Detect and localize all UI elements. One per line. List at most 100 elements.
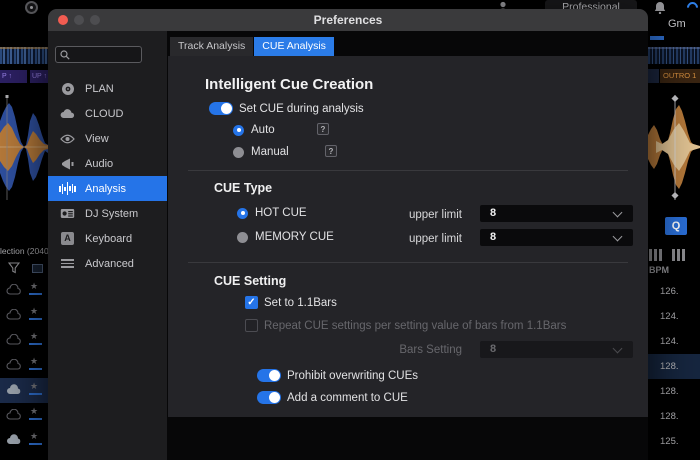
collection-label: lection (2040 (0, 246, 48, 256)
set-cue-toggle[interactable] (209, 102, 233, 115)
sidebar-item-label: Audio (85, 158, 113, 170)
set-bars-checkbox[interactable]: ✓ (245, 296, 258, 309)
key-color-bar (650, 36, 664, 40)
bpm-value: 126. (648, 279, 700, 304)
bpm-value: 128. (648, 404, 700, 429)
manual-radio-row: Manual (233, 146, 289, 158)
sidebar-item-dj-system[interactable]: DJ System (48, 201, 167, 226)
rating-star-icon[interactable]: ★ (30, 406, 38, 416)
sidebar-item-audio[interactable]: Audio (48, 151, 167, 176)
bpm-value: 125. (648, 429, 700, 454)
quantize-button[interactable]: Q (665, 217, 687, 235)
bars-setting-select: 8 (480, 341, 633, 358)
add-comment-toggle[interactable] (257, 391, 281, 404)
rating-star-icon[interactable]: ★ (30, 306, 38, 316)
track-row[interactable]: ★ (0, 278, 48, 303)
prohibit-toggle-label: Prohibit overwriting CUEs (287, 370, 418, 382)
tab-track-analysis[interactable]: Track Analysis (170, 37, 253, 56)
deck-waveform-left (0, 95, 48, 200)
sidebar-item-label: Advanced (85, 258, 134, 270)
track-row[interactable]: ★ (0, 353, 48, 378)
column-header-icon[interactable] (32, 264, 43, 273)
sidebar-item-keyboard[interactable]: A Keyboard (48, 226, 167, 251)
sidebar-item-label: Analysis (85, 183, 126, 195)
sidebar-item-analysis[interactable]: Analysis (48, 176, 167, 201)
hot-cue-radio-row: HOT CUE (237, 207, 307, 219)
cloud-sync-icon[interactable] (685, 0, 700, 15)
track-row[interactable]: ★ (0, 303, 48, 328)
track-list-fragment: ★ ★ ★ ★ ★ ★ ★ (0, 278, 48, 453)
rating-bar (29, 343, 42, 345)
dialog-titlebar[interactable]: Preferences (48, 9, 648, 31)
cue-analysis-panel: Intelligent Cue Creation Set CUE during … (168, 56, 648, 417)
grid-view-icon[interactable] (649, 249, 662, 261)
bpm-value: 128. (648, 379, 700, 404)
cloud-off-icon (6, 359, 22, 371)
hamburger-lines-icon (60, 256, 75, 271)
rating-star-icon[interactable]: ★ (30, 381, 38, 391)
bpm-value: 124. (648, 304, 700, 329)
dialog-title: Preferences (48, 9, 648, 31)
comment-toggle-label: Add a comment to CUE (287, 392, 408, 404)
memory-cue-radio[interactable] (237, 232, 248, 243)
preferences-main-area: Track Analysis CUE Analysis Intelligent … (167, 31, 648, 460)
auto-radio[interactable] (233, 125, 244, 136)
repeat-cue-checkbox-label: Repeat CUE settings per setting value of… (264, 320, 566, 332)
track-row-selected[interactable]: ★ (0, 378, 48, 403)
eye-icon (60, 131, 75, 146)
repeat-cue-checkbox[interactable] (245, 319, 258, 332)
sidebar-item-cloud[interactable]: CLOUD (48, 101, 167, 126)
hot-cue-label: HOT CUE (255, 207, 307, 219)
set-cue-toggle-row: Set CUE during analysis (209, 102, 364, 115)
list-view-icon[interactable] (672, 249, 685, 261)
track-row[interactable]: ★ (0, 328, 48, 353)
cloud-off-icon (6, 284, 22, 296)
analysis-tabs: Track Analysis CUE Analysis (170, 37, 334, 56)
set-cue-toggle-label: Set CUE during analysis (239, 103, 364, 115)
sidebar-item-advanced[interactable]: Advanced (48, 251, 167, 276)
background-left-strip: P ↑ UP ↑ lection (2040 ★ ★ ★ (0, 0, 48, 460)
keyboard-key-icon: A (60, 231, 75, 246)
deck-waveform-right (648, 95, 700, 200)
memory-cue-limit-select[interactable]: 8 (480, 229, 633, 246)
cloud-off-icon (6, 309, 22, 321)
bars-setting-value: 8 (490, 343, 496, 355)
bpm-value-selected: 128. (648, 354, 700, 379)
manual-radio-label: Manual (251, 146, 289, 158)
sidebar-item-label: DJ System (85, 208, 138, 220)
rating-star-icon[interactable]: ★ (30, 331, 38, 341)
repeat-cue-checkbox-row: Repeat CUE settings per setting value of… (245, 319, 566, 332)
section-divider (188, 262, 628, 263)
bpm-column: 126. 124. 124. 128. 128. 128. 125. (648, 279, 700, 454)
manual-radio[interactable] (233, 147, 244, 158)
rating-star-icon[interactable]: ★ (30, 281, 38, 291)
speaker-icon (60, 156, 75, 171)
track-row[interactable]: ★ (0, 428, 48, 453)
manual-help-icon[interactable]: ? (325, 145, 337, 157)
hot-cue-radio[interactable] (237, 208, 248, 219)
sidebar-item-label: Keyboard (85, 233, 132, 245)
hot-cue-limit-select[interactable]: 8 (480, 205, 633, 222)
rating-bar (29, 368, 42, 370)
rating-bar (29, 393, 42, 395)
search-input[interactable] (55, 46, 142, 63)
auto-help-icon[interactable]: ? (317, 123, 329, 135)
prohibit-overwrite-toggle[interactable] (257, 369, 281, 382)
bars-setting-label: Bars Setting (348, 344, 462, 356)
app-screen: P ↑ UP ↑ lection (2040 ★ ★ ★ (0, 0, 700, 460)
preferences-dialog: Preferences (48, 9, 648, 460)
sidebar-item-plan[interactable]: PLAN (48, 76, 167, 101)
sidebar-item-view[interactable]: View (48, 126, 167, 151)
rating-star-icon[interactable]: ★ (30, 356, 38, 366)
close-button[interactable] (58, 15, 68, 25)
tab-cue-analysis[interactable]: CUE Analysis (254, 37, 334, 56)
cloud-icon (6, 384, 22, 396)
background-right-strip: Gm OUTRO 1 Q BPM 126. 124. 124. 128. 128… (648, 0, 700, 460)
filter-icon[interactable] (8, 262, 20, 274)
auto-radio-label: Auto (251, 124, 275, 136)
bpm-value: 124. (648, 329, 700, 354)
bpm-column-header[interactable]: BPM (649, 265, 669, 275)
notification-bell-icon[interactable] (654, 1, 666, 14)
track-row[interactable]: ★ (0, 403, 48, 428)
rating-star-icon[interactable]: ★ (30, 431, 38, 441)
